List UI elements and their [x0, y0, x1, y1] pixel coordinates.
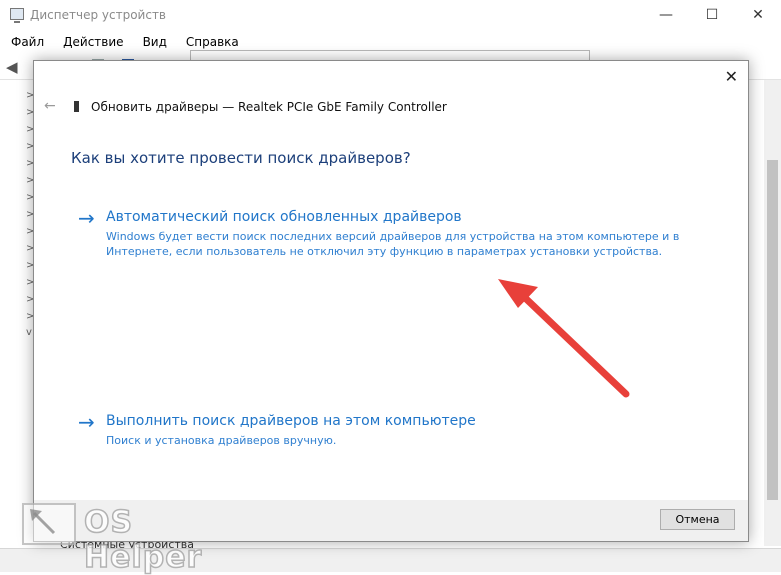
minimize-icon[interactable]: —: [643, 0, 689, 30]
scrollbar-thumb[interactable]: [767, 160, 778, 500]
dialog-header: Обновить драйверы — Realtek PCIe GbE Fam…: [91, 100, 447, 114]
close-icon[interactable]: ✕: [725, 67, 738, 87]
vertical-scrollbar[interactable]: [764, 80, 781, 546]
back-arrow-icon[interactable]: ←: [44, 98, 56, 114]
menu-help[interactable]: Справка: [175, 32, 247, 52]
back-arrow-icon[interactable]: ◀: [6, 58, 18, 76]
dialog-question: Как вы хотите провести поиск драйверов?: [71, 149, 411, 167]
cancel-button[interactable]: Отмена: [660, 509, 735, 530]
watermark-logo: OS Helper: [22, 503, 262, 575]
window-title: Диспетчер устройств: [30, 8, 167, 22]
update-drivers-dialog: ✕ ← Обновить драйверы — Realtek PCIe GbE…: [33, 60, 749, 542]
device-tree: > > > > > > > > > > > > > > v: [0, 80, 34, 550]
option-description: Поиск и установка драйверов вручную.: [106, 434, 337, 447]
menu-action[interactable]: Действие: [52, 32, 131, 52]
close-window-icon[interactable]: ✕: [735, 0, 781, 30]
cursor-icon: [22, 503, 76, 545]
maximize-icon[interactable]: ☐: [689, 0, 735, 30]
arrow-right-icon: →: [78, 410, 95, 434]
watermark-text: OS Helper: [83, 504, 203, 575]
window-title-bar: Диспетчер устройств — ☐ ✕: [0, 0, 781, 30]
option-description: Windows будет вести поиск последних верс…: [106, 230, 680, 258]
menu-bar: Файл Действие Вид Справка: [0, 32, 247, 52]
option-title[interactable]: Выполнить поиск драйверов на этом компью…: [106, 413, 476, 429]
menu-view[interactable]: Вид: [132, 32, 175, 52]
window-controls: — ☐ ✕: [643, 0, 781, 30]
menu-file[interactable]: Файл: [0, 32, 52, 52]
cursor-arrow-icon: [30, 509, 56, 535]
arrow-right-icon: →: [78, 206, 95, 230]
network-adapter-icon: [74, 101, 79, 112]
option-title[interactable]: Автоматический поиск обновленных драйвер…: [106, 209, 462, 225]
device-manager-icon: [10, 8, 24, 23]
tree-expander[interactable]: v: [26, 327, 32, 338]
